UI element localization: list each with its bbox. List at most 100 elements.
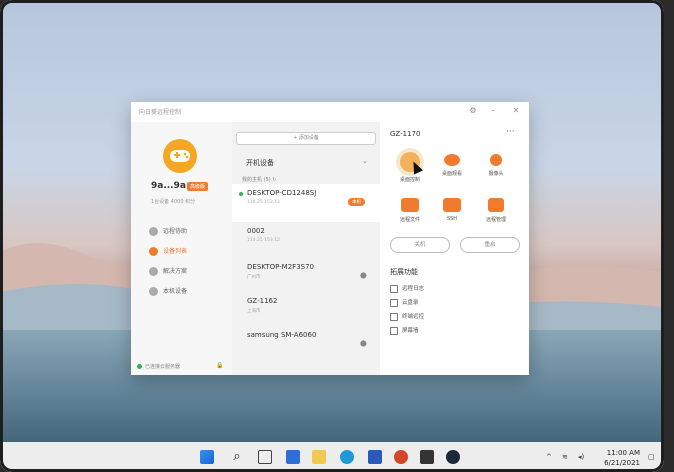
chevron-up-icon[interactable]: ^ [546, 453, 552, 461]
assist-icon [149, 227, 158, 236]
widgets-icon[interactable] [286, 450, 300, 464]
device-row[interactable]: DESKTOP-M2F3S70 广州市 ⬤ [232, 258, 380, 296]
window-title: 向日葵远程控制 [139, 109, 182, 116]
avatar[interactable] [163, 139, 197, 173]
device-subtitle: 114.25 153.12 [247, 200, 280, 205]
action-label: 远程管理 [485, 217, 506, 223]
sidebar-item-solutions[interactable]: 解决方案 [149, 266, 229, 280]
file-explorer-icon[interactable] [312, 450, 326, 464]
restart-button[interactable]: 重启 [460, 237, 520, 253]
username: 9a...9a [151, 181, 186, 191]
device-list-icon [149, 247, 158, 256]
action-label: 远程文件 [399, 217, 420, 223]
edge-icon[interactable] [340, 450, 354, 464]
device-name: samsung SM-A6060 [247, 331, 317, 339]
folder-icon [401, 198, 419, 212]
group-label: 我的主机 (5) [242, 177, 271, 183]
monitor-icon [149, 287, 158, 296]
eye-icon [444, 154, 460, 166]
sidebar-item-label: 远程协助 [163, 228, 188, 235]
powerpoint-icon[interactable] [394, 450, 408, 464]
android-icon: ⬤ [360, 340, 367, 347]
device-title: GZ-1170 [390, 130, 421, 138]
device-list-panel: + 添加设备 开机设备 ⌄ 我的主机 (5) ↻ DESKTOP-CD1248S… [232, 122, 380, 375]
device-name: GZ-1162 [247, 297, 278, 305]
device-name: DESKTOP-CD1248SJ [247, 189, 317, 197]
status-dot-icon [137, 364, 142, 369]
device-detail-panel: GZ-1170 ··· 桌面控制 桌面观看 摄像头 远程文件 SSH 远程管理 … [380, 122, 529, 375]
grid-icon [488, 198, 504, 212]
close-button[interactable]: ✕ [510, 105, 522, 117]
sidebar-item-device-list[interactable]: 设备列表 [149, 246, 229, 260]
store-icon[interactable] [420, 450, 434, 464]
remote-file-button[interactable]: 远程文件 [390, 198, 430, 234]
app-window: 向日葵远程控制 ⚙ – ✕ 9a...9a 高级版 1台设备 4000 积分 远… [131, 102, 529, 375]
wifi-icon[interactable]: ≋ [562, 453, 568, 461]
ssh-button[interactable]: SSH [432, 198, 472, 234]
solutions-icon [149, 267, 158, 276]
connection-status: 已连接云服务器 [137, 363, 180, 370]
sidebar-item-label: 本机设备 [163, 288, 188, 295]
device-filter-select[interactable]: 开机设备 [246, 158, 274, 168]
minimize-button[interactable]: – [487, 105, 499, 117]
device-name: 0002 [247, 227, 265, 235]
desktop: 向日葵远程控制 ⚙ – ✕ 9a...9a 高级版 1台设备 4000 积分 远… [0, 0, 664, 472]
ext-remote-log[interactable]: 远程日志 [390, 284, 424, 293]
ext-label: 终端远控 [402, 314, 425, 320]
taskbar: ⌕ ^ ≋ ◂) 11:00 AM 6/21/2021 ▢ [0, 442, 664, 472]
device-badge: 本机 [348, 198, 365, 206]
sidebar: 9a...9a 高级版 1台设备 4000 积分 远程协助 设备列表 解决方案 … [131, 122, 232, 375]
device-row[interactable]: DESKTOP-CD1248SJ 114.25 153.12 本机 [232, 184, 380, 222]
device-row[interactable]: GZ-1162 上海市 [232, 292, 380, 330]
account-stats: 1台设备 4000 积分 [151, 199, 196, 205]
volume-icon[interactable]: ◂) [578, 453, 584, 461]
clock-date: 6/21/2021 [604, 459, 640, 467]
device-subtitle: 上海市 [247, 309, 261, 314]
screen-wall-icon [390, 326, 398, 335]
title-bar[interactable]: 向日葵远程控制 ⚙ – ✕ [131, 102, 529, 122]
chevron-down-icon[interactable]: ⌄ [362, 157, 368, 165]
add-device-button[interactable]: + 添加设备 [236, 132, 376, 145]
action-label: SSH [446, 216, 458, 222]
device-row[interactable]: 0002 114.25 153.12 [232, 222, 380, 260]
desktop-control-button[interactable]: 桌面控制 [390, 152, 430, 188]
connection-status-text: 已连接云服务器 [145, 364, 181, 370]
desktop-view-button[interactable]: 桌面观看 [432, 154, 472, 190]
ext-label: 屏幕墙 [402, 328, 419, 334]
more-options-icon[interactable]: ··· [506, 127, 515, 137]
refresh-icon[interactable]: ↻ [272, 177, 276, 183]
shutdown-button[interactable]: 关机 [390, 237, 450, 253]
sidebar-item-local-device[interactable]: 本机设备 [149, 286, 229, 300]
clock-time: 11:00 AM [606, 449, 640, 457]
log-icon [390, 284, 398, 293]
action-label: 桌面控制 [399, 177, 420, 183]
ext-cloud-record[interactable]: 云盘录 [390, 298, 419, 307]
ext-terminal[interactable]: 终端远控 [390, 312, 424, 321]
notification-icon[interactable]: ▢ [648, 453, 655, 461]
device-subtitle: 114.25 153.12 [247, 238, 280, 243]
remote-manage-button[interactable]: 远程管理 [476, 198, 516, 234]
device-row[interactable]: samsung SM-A6060 ⬤ [232, 326, 380, 364]
settings-icon[interactable]: ⚙ [467, 105, 479, 117]
device-group-header[interactable]: 我的主机 (5) ↻ [242, 176, 276, 183]
device-subtitle: 广州市 [247, 275, 261, 280]
ext-label: 云盘录 [402, 300, 419, 306]
task-view-icon[interactable] [258, 450, 272, 464]
camera-button[interactable]: 摄像头 [476, 154, 516, 190]
terminal-icon [443, 198, 461, 212]
gamepad-icon [170, 150, 190, 162]
membership-badge: 高级版 [187, 182, 209, 191]
sidebar-item-label: 设备列表 [163, 248, 188, 255]
start-icon[interactable] [200, 450, 214, 464]
word-icon[interactable] [368, 450, 382, 464]
extensions-heading: 拓展功能 [390, 268, 418, 276]
terminal-icon [390, 312, 398, 321]
ext-screen-wall[interactable]: 屏幕墙 [390, 326, 419, 335]
action-label: 桌面观看 [441, 171, 462, 177]
lock-icon[interactable]: 🔒 [216, 362, 223, 369]
steam-icon[interactable] [446, 450, 460, 464]
search-icon[interactable]: ⌕ [230, 450, 244, 464]
system-clock[interactable]: 11:00 AM 6/21/2021 [600, 448, 640, 468]
android-icon: ⬤ [360, 272, 367, 279]
sidebar-item-remote-assist[interactable]: 远程协助 [149, 226, 229, 240]
